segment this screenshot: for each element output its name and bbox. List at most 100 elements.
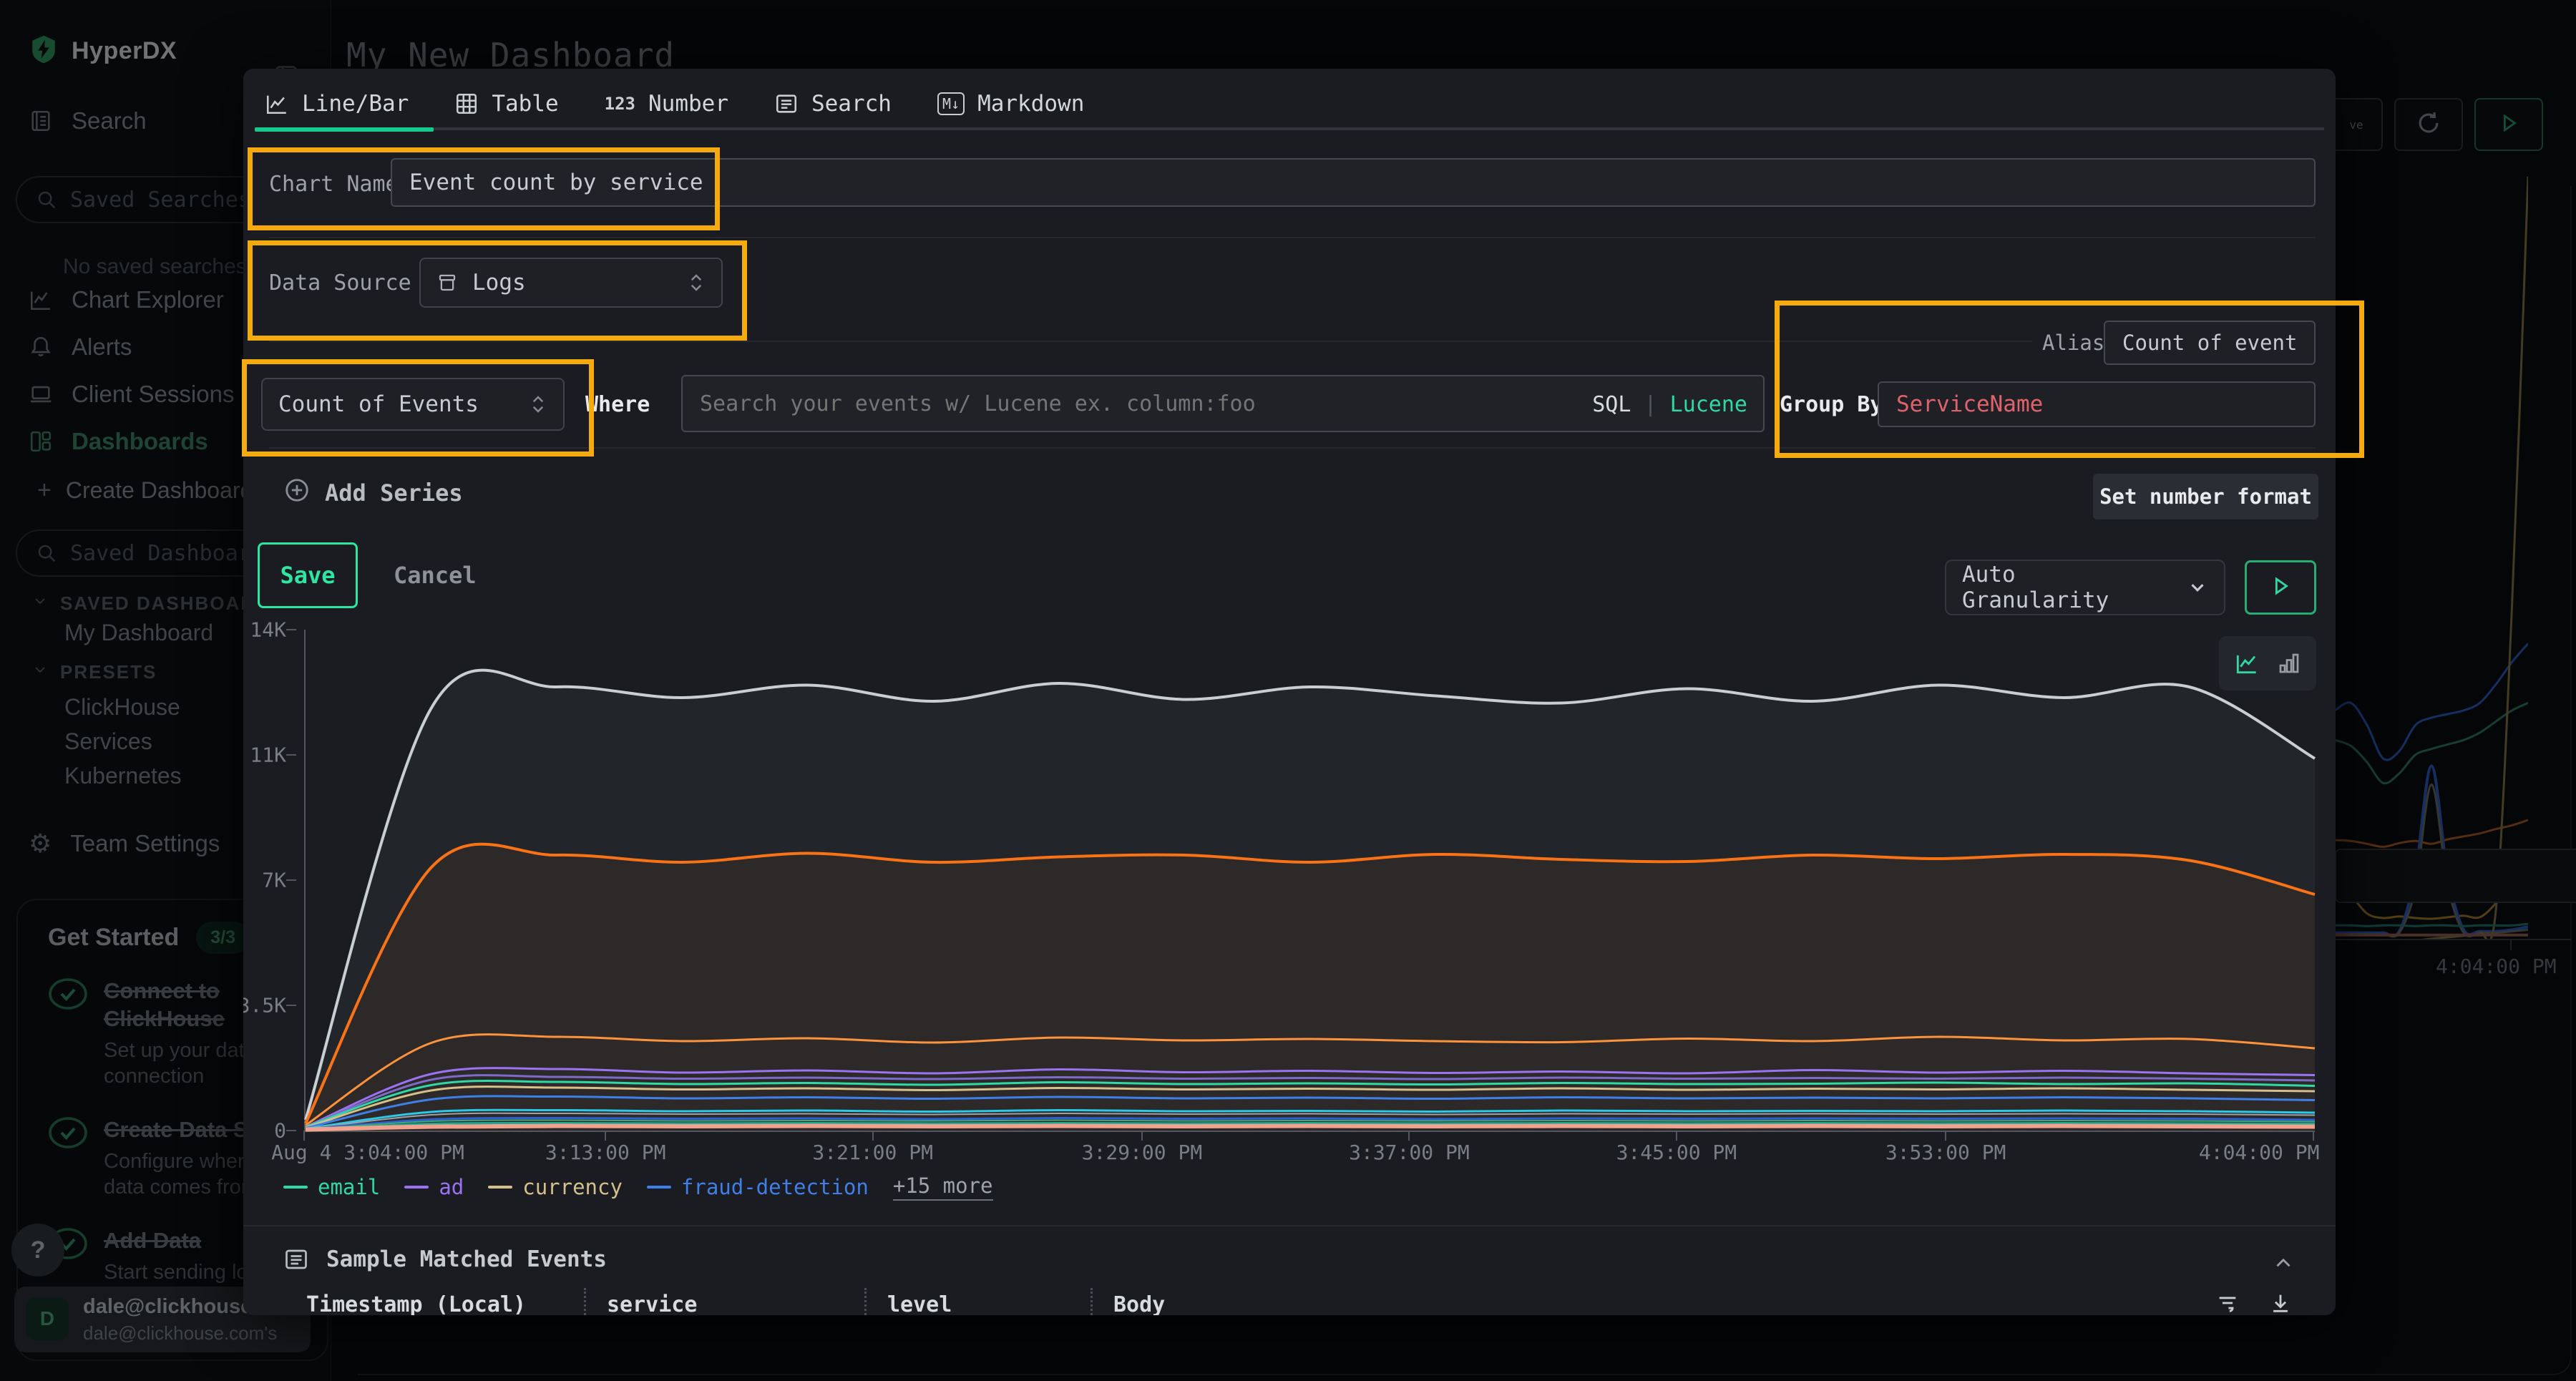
tab-markdown[interactable]: M↓ Markdown [937,91,1084,117]
legend-swatch [647,1186,671,1189]
background-chart-time-label: 4:04:00 PM [2436,955,2557,978]
sql-toggle[interactable]: SQL [1592,392,1631,417]
section-divider [243,1225,2336,1226]
create-dashboard-button[interactable]: + Create Dashboard [37,477,253,504]
list-icon [774,92,799,116]
download-icon[interactable] [2268,1291,2293,1315]
column-header-service[interactable]: service [607,1292,697,1315]
legend-more-link[interactable]: +15 more [893,1173,993,1201]
table-icon [454,92,479,116]
sidebar-item-dashboards[interactable]: Dashboards [29,428,208,455]
where-input-wrap: SQL | Lucene [681,375,1765,432]
annotation-box-data-source [248,240,747,341]
where-label: Where [585,392,650,417]
tab-search[interactable]: Search [774,91,892,117]
background-search-input[interactable] [2335,849,2576,903]
refresh-icon [2415,109,2442,140]
hyperdx-app: My New Dashboard ve 4:04:00 PM [0,0,2576,1381]
check-circle-icon [48,1116,88,1200]
tab-number[interactable]: 123 Number [605,91,728,117]
legend-item[interactable]: currency [488,1175,623,1199]
sidebar-item-client-sessions[interactable]: Client Sessions [29,381,234,408]
get-started-title: Get Started [48,924,179,952]
sidebar-item-search[interactable]: Search [29,107,147,135]
brand[interactable]: HyperDX [29,34,177,68]
set-number-format-button[interactable]: Set number format [2093,474,2318,519]
get-started-progress-badge: 3/3 [196,922,250,954]
sidebar-item-label: Alerts [72,333,132,361]
presets-section[interactable]: PRESETS [31,661,157,683]
y-axis-labels: 14K11K7K3.5K0 [243,630,296,1131]
search-icon [36,542,57,564]
sidebar-item-label: Search [72,107,147,135]
markdown-icon: M↓ [937,92,965,115]
search-icon [36,189,57,210]
legend-swatch [488,1186,512,1189]
play-icon [2497,111,2521,139]
laptop-icon [29,382,53,406]
add-series-button[interactable]: Add Series [283,477,463,509]
y-tick-label: 11K [250,743,286,767]
help-button[interactable]: ? [11,1224,64,1277]
granularity-select[interactable]: Auto Granularity [1945,560,2225,615]
y-tick-label: 7K [262,869,286,892]
x-tick-label: 3:21:00 PM [812,1141,933,1164]
x-tick-label: Aug 4 3:04:00 PM [271,1141,464,1164]
query-language-toggle: SQL | Lucene [1592,392,1747,417]
gear-icon: ⚙ [29,831,52,857]
run-chart-button[interactable] [2245,560,2316,615]
sample-matched-events-header[interactable]: Sample Matched Events [283,1246,607,1272]
sidebar-item-chart-explorer[interactable]: Chart Explorer [29,286,224,313]
chart-legend: email ad currency fraud-detection +15 mo… [283,1173,993,1201]
x-tick-label: 3:37:00 PM [1349,1141,1470,1164]
row-divider [269,237,2316,238]
chevron-up-icon[interactable] [2271,1251,2296,1278]
sidebar-item-label: Team Settings [70,830,220,857]
refresh-button[interactable] [2394,98,2463,151]
column-header-level[interactable]: level [887,1292,952,1315]
chevron-down-icon [31,592,49,615]
filter-icon[interactable] [2215,1291,2240,1315]
hyperdx-logo-icon [29,34,59,68]
x-tick-label: 3:29:00 PM [1082,1141,1203,1164]
lucene-toggle[interactable]: Lucene [1670,392,1747,417]
check-circle-icon [48,977,88,1089]
x-tick-label: 3:53:00 PM [1885,1141,2006,1164]
cancel-button[interactable]: Cancel [394,554,477,597]
no-saved-searches-text: No saved searches [63,255,247,279]
y-tick-label: 0 [274,1119,286,1143]
legend-item[interactable]: fraud-detection [647,1175,869,1199]
tab-line-bar[interactable]: Line/Bar [265,91,409,117]
sidebar-item-team-settings[interactable]: ⚙ Team Settings [29,830,220,857]
legend-item[interactable]: ad [404,1175,464,1199]
sidebar-item-kubernetes[interactable]: Kubernetes [64,763,182,789]
x-tick-label: 3:45:00 PM [1616,1141,1737,1164]
background-chart [2335,162,2528,940]
legend-swatch [404,1186,429,1189]
y-tick-label: 14K [250,618,286,642]
section-label: PRESETS [60,661,157,683]
background-chart-tick [2510,939,2512,950]
legend-item[interactable]: email [283,1175,380,1199]
sidebar-item-alerts[interactable]: Alerts [29,333,132,361]
sidebar-item-label: Chart Explorer [72,286,224,313]
column-header-body[interactable]: Body [1113,1292,1165,1315]
user-org: dale@clickhouse.com's [83,1322,277,1345]
background-chart-axis [2335,939,2571,940]
events-table-header: Timestamp (Local) service level Body [243,1285,2336,1315]
sidebar-item-label: Dashboards [72,428,208,455]
chart-explorer-icon [29,288,53,312]
sidebar-item-services[interactable]: Services [64,728,152,755]
save-button[interactable]: Save [258,542,358,608]
tab-table[interactable]: Table [454,91,558,117]
sidebar-item-clickhouse[interactable]: ClickHouse [64,694,180,721]
line-chart-icon [265,92,289,116]
sidebar-item-my-dashboard[interactable]: My Dashboard [64,620,213,646]
sidebar-item-label: Client Sessions [72,381,234,408]
annotation-box-aggregation [242,359,594,457]
granularity-value: Auto Granularity [1962,562,2172,613]
annotation-box-alias-group-by [1775,301,2364,458]
column-header-timestamp[interactable]: Timestamp (Local) [306,1292,526,1315]
background-save-button[interactable]: ve [2330,98,2383,151]
background-run-button[interactable] [2474,98,2543,151]
